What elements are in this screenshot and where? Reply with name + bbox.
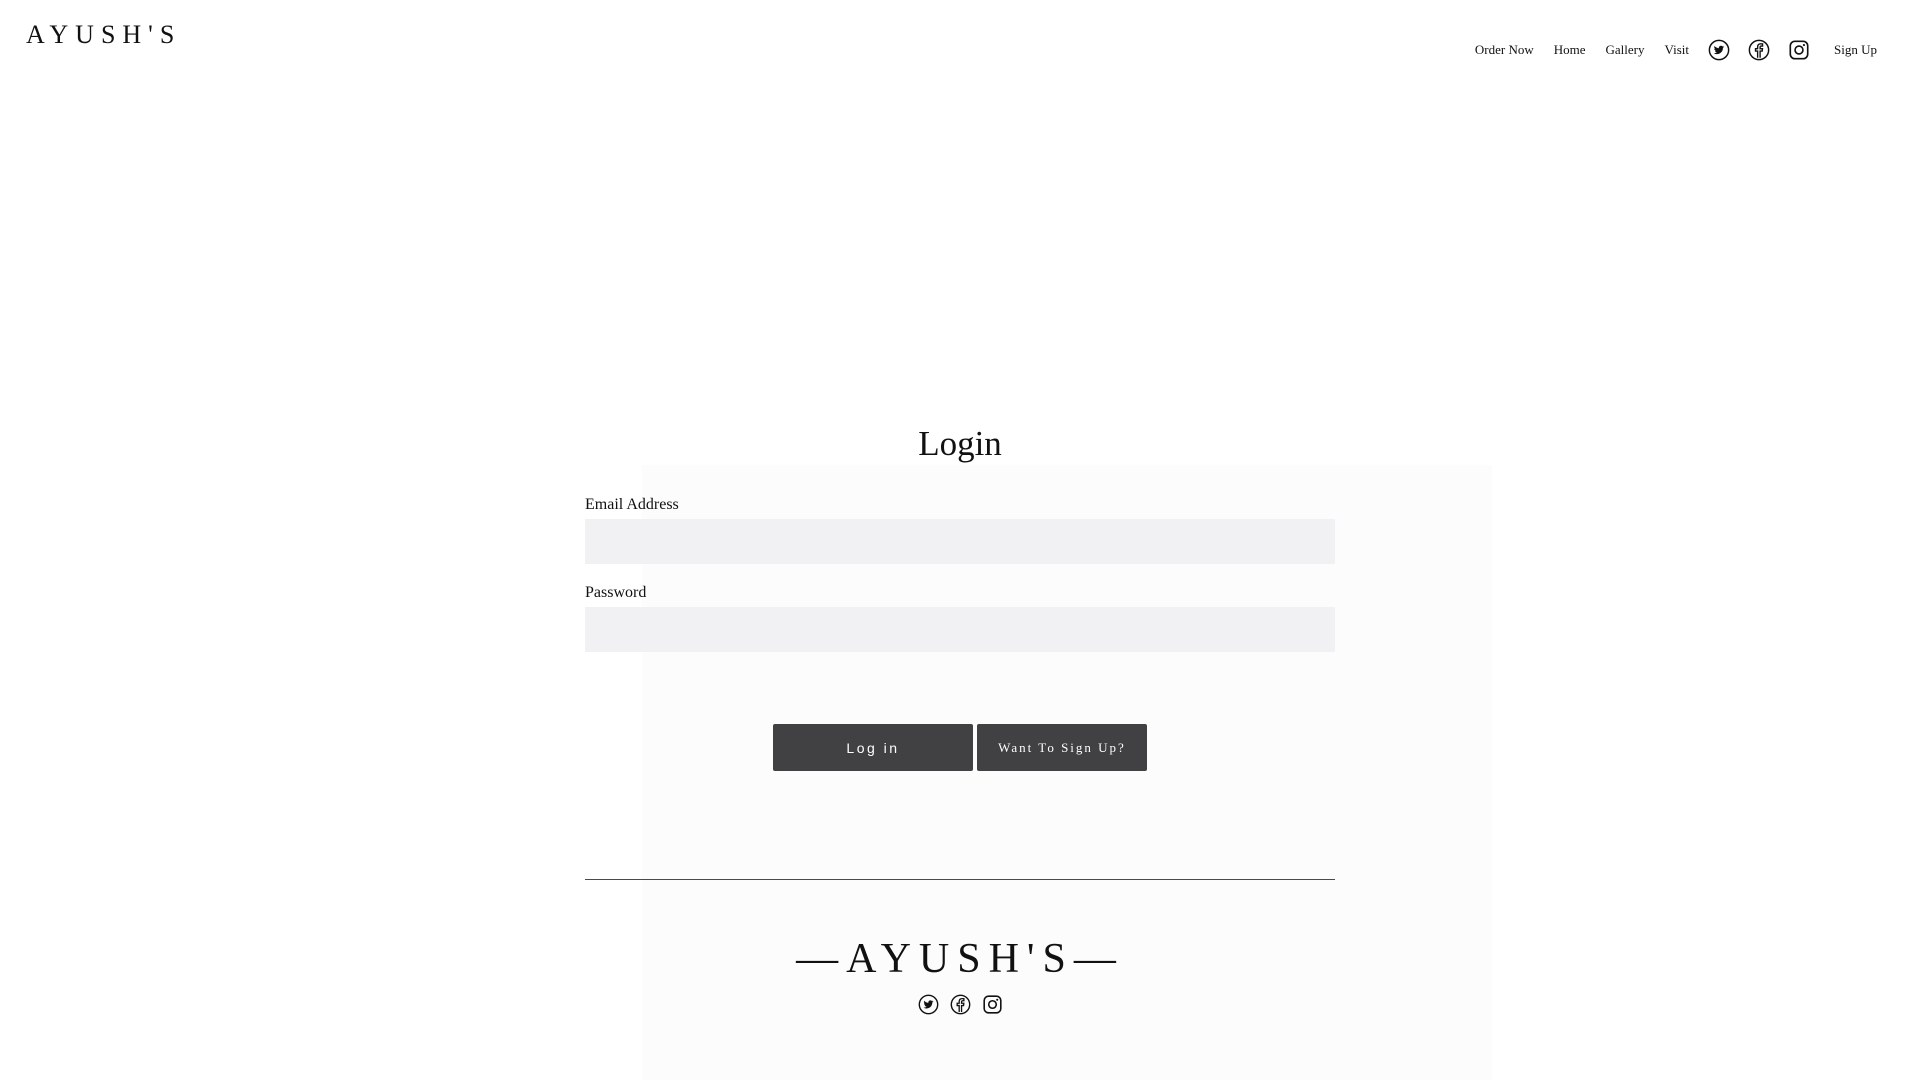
nav-order-now[interactable]: Order Now bbox=[1475, 42, 1534, 58]
top-nav: Order Now Home Gallery Visit Sign Up bbox=[1475, 36, 1877, 64]
password-field[interactable] bbox=[585, 607, 1335, 652]
nav-sign-up[interactable]: Sign Up bbox=[1834, 42, 1877, 58]
facebook-icon[interactable] bbox=[949, 993, 971, 1015]
twitter-icon[interactable] bbox=[917, 993, 939, 1015]
facebook-icon[interactable] bbox=[1747, 38, 1771, 62]
page-title: Login bbox=[918, 424, 1002, 463]
instagram-icon[interactable] bbox=[1787, 38, 1811, 62]
email-field[interactable] bbox=[585, 519, 1335, 564]
nav-home[interactable]: Home bbox=[1554, 42, 1586, 58]
footer-brand: —AYUSH'S— bbox=[796, 936, 1124, 982]
divider bbox=[585, 879, 1335, 880]
page: AYUSH'S Order Now Home Gallery Visit Sig… bbox=[0, 0, 1920, 1080]
twitter-icon[interactable] bbox=[1707, 38, 1731, 62]
nav-visit[interactable]: Visit bbox=[1665, 42, 1690, 58]
nav-gallery[interactable]: Gallery bbox=[1606, 42, 1645, 58]
want-to-sign-up-button[interactable]: Want To Sign Up? bbox=[977, 724, 1147, 771]
instagram-icon[interactable] bbox=[981, 993, 1003, 1015]
login-button[interactable]: Log in bbox=[773, 724, 973, 771]
brand-logo[interactable]: AYUSH'S bbox=[26, 20, 181, 50]
email-label: Email Address bbox=[585, 496, 679, 513]
password-label: Password bbox=[585, 584, 647, 601]
footer-social-links bbox=[0, 993, 1920, 1015]
